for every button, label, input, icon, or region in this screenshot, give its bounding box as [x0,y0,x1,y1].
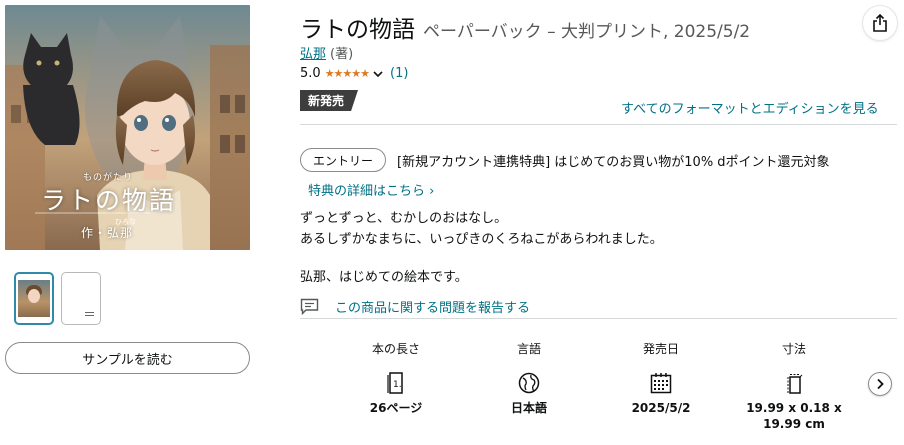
thumbnail-back-cover[interactable] [61,272,101,325]
divider [300,124,897,125]
attribute-language[interactable]: 言語 日本語 [474,340,584,416]
product-title-row: ラトの物語 ペーパーバック – 大判プリント, 2025/5/2 [300,10,750,44]
read-sample-button[interactable]: サンプルを読む [5,342,250,374]
report-flag-icon [300,298,319,315]
new-release-badge: 新発売 [300,90,359,111]
rating-value: 5.0 [300,66,321,81]
description-line: ずっとずっと、むかしのおはなし。 [300,211,508,226]
product-format: ペーパーバック – 大判プリント, 2025/5/2 [423,22,751,42]
share-icon [873,14,887,32]
chevron-down-icon[interactable] [372,68,384,80]
promo-details-link[interactable]: 特典の詳細はこちら › [308,180,434,199]
entry-button[interactable]: エントリー [300,148,387,172]
thumbnail-cover-image [18,280,50,317]
page-count-icon: 1. [385,372,407,394]
svg-text:1.: 1. [393,380,402,390]
attribute-page-count[interactable]: 本の長さ 1. 26ページ [341,340,451,416]
description-line: あるしずかなまちに、いっぴきのくろねこがあらわれました。 [300,232,663,247]
cover-title: ラトの物語 [41,186,177,215]
globe-icon [518,372,540,394]
attribute-label: 本の長さ [371,342,420,356]
attribute-label: 発売日 [642,342,679,356]
rating-count-link[interactable]: (1) [390,66,408,81]
calendar-icon [650,372,672,394]
rating-stars-icon[interactable]: ★★★★★ [325,67,370,80]
cover-author: 作・弘那 [81,226,134,240]
author-byline: 弘那 (著) [300,43,353,62]
report-issue-link[interactable]: この商品に関する問題を報告する [300,297,530,316]
attribute-dimensions[interactable]: 寸法 19.99 x 0.18 x 19.99 cm [739,340,849,432]
dimensions-icon [783,372,805,394]
attribute-value: 19.99 x 0.18 x 19.99 cm [746,401,842,431]
author-role: (著) [330,47,354,62]
rating-row: 5.0 ★★★★★ (1) [300,66,408,81]
attribute-label: 言語 [516,342,541,356]
report-issue-label: この商品に関する問題を報告する [335,301,531,316]
chevron-right-icon [877,378,884,390]
attribute-publication-date[interactable]: 発売日 2025/5/2 [606,340,716,416]
all-formats-link[interactable]: すべてのフォーマットとエディションを見る [621,98,879,117]
attribute-value: 26ページ [369,401,423,415]
book-cover-image[interactable]: ものがたり ラトの物語 ひろな 作・弘那 [5,5,250,250]
author-link[interactable]: 弘那 [300,47,326,62]
barcode-mark [85,312,94,316]
share-button[interactable] [863,6,897,40]
attribute-value: 日本語 [510,401,547,415]
divider [300,318,897,319]
description-line: 弘那、はじめての絵本です。 [300,270,468,285]
attribute-label: 寸法 [781,342,806,356]
thumbnail-front-cover[interactable] [14,272,54,325]
product-title: ラトの物語 [300,17,415,43]
attribute-value: 2025/5/2 [631,401,691,415]
promo-text: [新規アカウント連携特典] はじめてのお買い物が10% dポイント還元対象 [397,155,830,170]
attributes-next-button[interactable] [868,372,892,396]
